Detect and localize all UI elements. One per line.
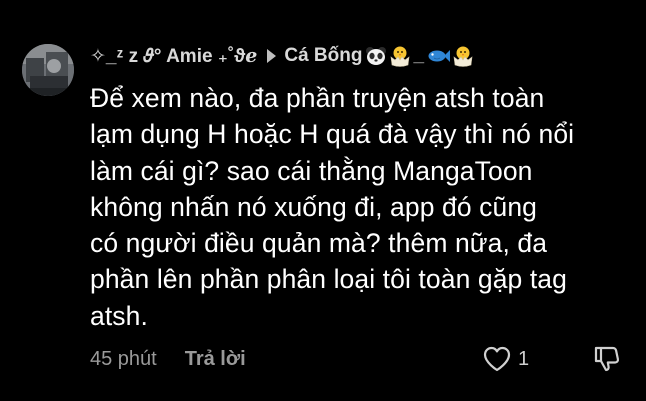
comment-timestamp: 45 phút (90, 347, 157, 370)
comment-text: Để xem nào, đa phần truyện atsh toàn lạm… (90, 83, 575, 331)
hatching-chick-icon (391, 46, 410, 67)
heart-icon (483, 346, 511, 372)
panda-face-icon (366, 47, 387, 65)
comment-footer: 45 phút Trả lời 1 (90, 342, 636, 376)
reply-target-name[interactable]: Cá Bống (284, 45, 362, 67)
author-line: ✧_ᶻ z 𝜗° Amie ₊˚ϑℯ Cá Bống _ (90, 40, 636, 72)
fish-icon (428, 50, 451, 62)
thumbs-down-icon (594, 346, 620, 372)
author-name[interactable]: ✧_ᶻ z 𝜗° Amie ₊˚ϑℯ (90, 45, 257, 68)
avatar[interactable] (22, 44, 74, 96)
comment-content: ✧_ᶻ z 𝜗° Amie ₊˚ϑℯ Cá Bống _ Để xem nào,… (90, 40, 636, 334)
like-count: 1 (518, 347, 530, 370)
hatching-chick-icon (453, 46, 473, 67)
avatar-image (22, 44, 74, 96)
reply-arrow-icon (267, 49, 277, 63)
like-button[interactable]: 1 (482, 342, 529, 376)
dislike-button[interactable] (592, 344, 622, 380)
reply-button[interactable]: Trả lời (185, 348, 246, 371)
reply-target-emojis: _ (364, 45, 475, 67)
comment-card: ✧_ᶻ z 𝜗° Amie ₊˚ϑℯ Cá Bống _ Để xem nào,… (0, 0, 646, 401)
